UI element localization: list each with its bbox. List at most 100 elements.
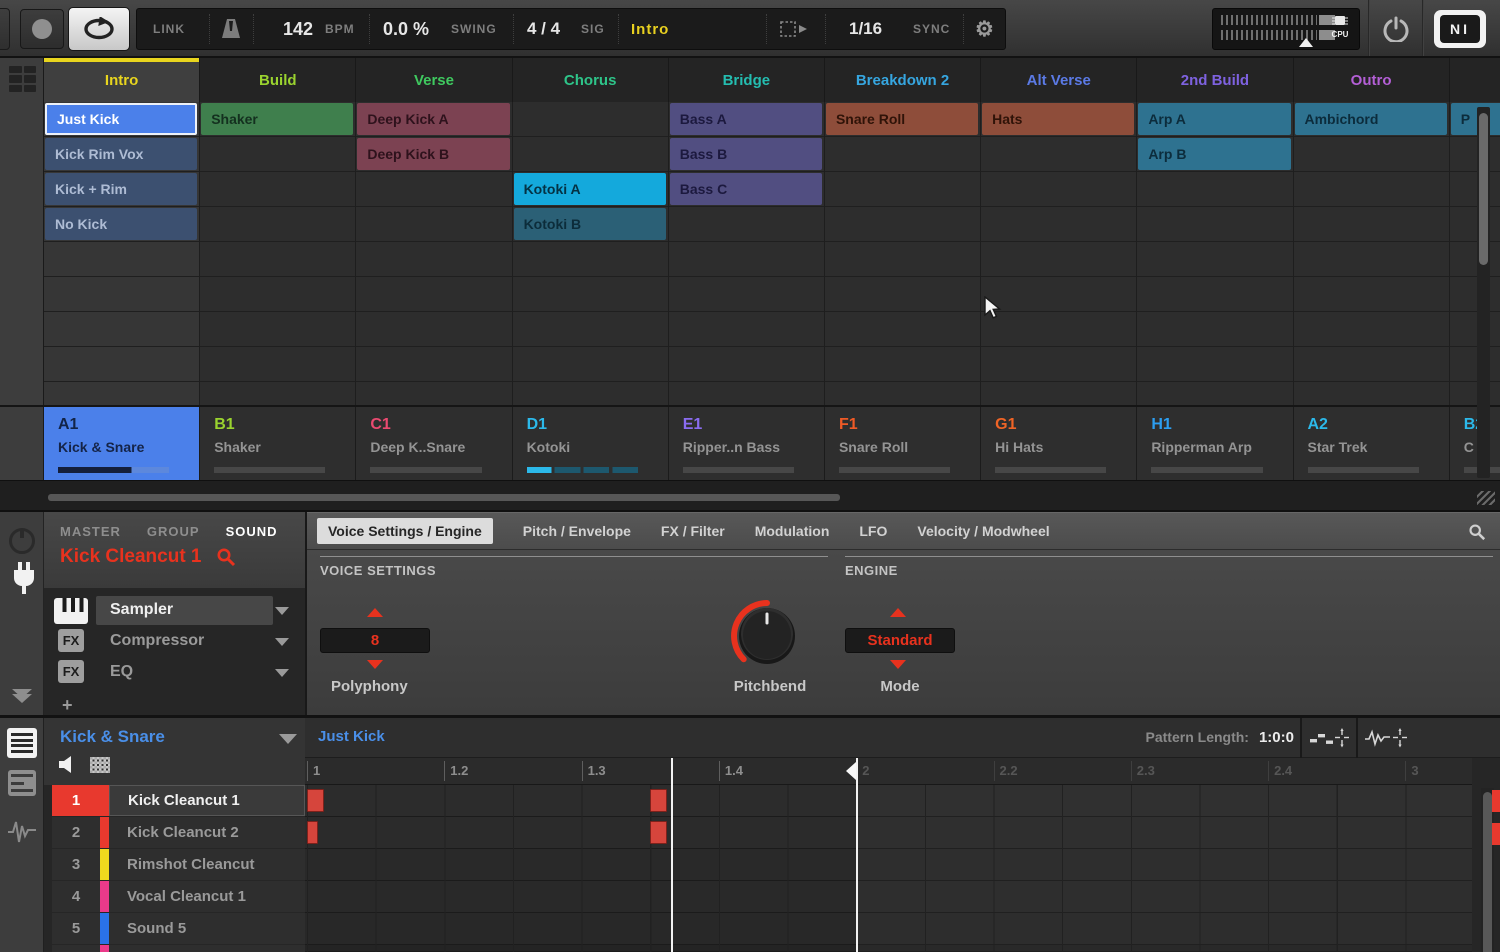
pattern-scrollbar-thumb[interactable]: [1479, 113, 1488, 265]
pattern-cell[interactable]: [1450, 312, 1500, 347]
pattern-cell[interactable]: [1137, 347, 1292, 382]
collapse-chevrons-icon[interactable]: [12, 694, 32, 703]
pattern-cell[interactable]: [1294, 277, 1449, 312]
link-button[interactable]: LINK: [153, 9, 185, 49]
note-event[interactable]: [307, 789, 324, 812]
pattern-cell[interactable]: [981, 207, 1136, 242]
pattern-cell[interactable]: [1294, 242, 1449, 277]
sound-name[interactable]: Vocal Cleancut 1: [109, 881, 305, 912]
sound-name[interactable]: Sound 5: [109, 913, 305, 944]
scene-tab-build[interactable]: Build: [200, 58, 356, 102]
mode-value[interactable]: Standard: [845, 628, 955, 653]
pattern-clip-ambichord[interactable]: Ambichord: [1295, 103, 1447, 135]
pattern-cell[interactable]: [825, 207, 980, 242]
pitchbend-knob[interactable]: [729, 596, 805, 674]
pattern-clip-arp-a[interactable]: Arp A: [1138, 103, 1290, 135]
editor-scrollbar[interactable]: [1481, 788, 1494, 952]
pattern-cell[interactable]: [1294, 312, 1449, 347]
sound-name[interactable]: Rimshot Cleancut: [109, 849, 305, 880]
polyphony-decrement-icon[interactable]: [367, 660, 383, 669]
current-section[interactable]: Intro: [631, 9, 669, 49]
search-icon[interactable]: [216, 547, 236, 567]
pattern-cell[interactable]: [825, 137, 980, 172]
pattern-clip-kick-rim[interactable]: Kick + Rim: [45, 173, 197, 205]
pattern-clip-deep-kick-b[interactable]: Deep Kick B: [357, 138, 509, 170]
pad-grid-icon[interactable]: [90, 757, 110, 773]
pattern-cell[interactable]: [1450, 137, 1500, 172]
channel-tab-group[interactable]: GROUP: [147, 524, 200, 539]
group-h1[interactable]: H1Ripperman Arp: [1137, 407, 1293, 480]
pattern-cell[interactable]: [981, 172, 1136, 207]
group-c1[interactable]: C1Deep K..Snare: [356, 407, 512, 480]
pattern-cell[interactable]: [1450, 347, 1500, 382]
pattern-scrollbar[interactable]: [1477, 107, 1490, 478]
arranger-view-icon[interactable]: [9, 66, 36, 92]
channel-tab-master[interactable]: MASTER: [60, 524, 121, 539]
swing-value[interactable]: 0.0 %: [383, 9, 429, 49]
sound-name[interactable]: Kick Cleancut 2: [109, 817, 305, 848]
pattern-cell[interactable]: [669, 242, 824, 277]
sound-name[interactable]: Kick Cleancut 1: [60, 546, 202, 568]
scene-tab-breakdown-2[interactable]: Breakdown 2: [825, 58, 981, 102]
pattern-cell[interactable]: [981, 347, 1136, 382]
pattern-cell[interactable]: [825, 312, 980, 347]
pattern-cell[interactable]: [44, 277, 199, 312]
pattern-cell[interactable]: [1137, 242, 1292, 277]
plugin-row-compressor[interactable]: FXCompressor: [44, 627, 305, 658]
chevron-down-icon[interactable]: [275, 607, 289, 615]
resize-grip-icon[interactable]: [1477, 491, 1495, 505]
channel-tab-sound[interactable]: SOUND: [226, 524, 278, 539]
pattern-cell[interactable]: [356, 347, 511, 382]
speaker-icon[interactable]: [58, 756, 76, 773]
pattern-cell[interactable]: [200, 137, 355, 172]
scene-tab-verse[interactable]: Verse: [356, 58, 512, 102]
plugin-tab-fx-filter[interactable]: FX / Filter: [661, 523, 725, 539]
pattern-cell[interactable]: [356, 277, 511, 312]
pattern-cell[interactable]: [1294, 382, 1449, 405]
chevron-down-icon[interactable]: [279, 734, 297, 744]
pattern-cell[interactable]: [356, 382, 511, 405]
pattern-cell[interactable]: [44, 312, 199, 347]
pattern-clip-kick-rim-vox[interactable]: Kick Rim Vox: [45, 138, 197, 170]
pattern-cell[interactable]: [1137, 277, 1292, 312]
pattern-cell[interactable]: [1450, 382, 1500, 405]
mode-decrement-icon[interactable]: [890, 660, 906, 669]
pattern-cell[interactable]: [981, 382, 1136, 405]
editor-scrollbar-thumb[interactable]: [1483, 792, 1492, 952]
horizontal-scrollbar-thumb[interactable]: [48, 494, 840, 501]
polyphony-increment-icon[interactable]: [367, 608, 383, 617]
pattern-cell[interactable]: [513, 312, 668, 347]
sound-row-rimshot-cleancut[interactable]: 3Rimshot Cleancut: [52, 849, 305, 880]
pattern-cell[interactable]: [200, 172, 355, 207]
group-a2[interactable]: A2Star Trek: [1294, 407, 1450, 480]
pattern-cell[interactable]: [825, 172, 980, 207]
polyphony-value[interactable]: 8: [320, 628, 430, 653]
pattern-cell[interactable]: [981, 137, 1136, 172]
note-event[interactable]: [650, 821, 667, 844]
pattern-name[interactable]: Just Kick: [318, 728, 385, 745]
pattern-cell[interactable]: [669, 312, 824, 347]
list-view-icon[interactable]: [7, 728, 37, 758]
pattern-cell[interactable]: [1137, 207, 1292, 242]
sound-row-kick-cleancut-2[interactable]: 2Kick Cleancut 2: [52, 817, 305, 848]
pattern-cell[interactable]: [200, 382, 355, 405]
scene-tab-outro[interactable]: Outro: [1294, 58, 1450, 102]
audio-drag-button[interactable]: [1356, 718, 1414, 758]
pattern-cell[interactable]: [1450, 207, 1500, 242]
signature-value[interactable]: 4 / 4: [527, 9, 560, 49]
pattern-cell[interactable]: [1294, 172, 1449, 207]
pattern-cell[interactable]: [513, 277, 668, 312]
pattern-cell[interactable]: [669, 207, 824, 242]
note-event[interactable]: [650, 789, 667, 812]
pattern-cell[interactable]: [513, 137, 668, 172]
note-grid[interactable]: [305, 785, 1472, 952]
scene-tab-bridge[interactable]: Bridge: [669, 58, 825, 102]
plugin-tab-modulation[interactable]: Modulation: [755, 523, 830, 539]
bpm-value[interactable]: 142: [263, 9, 313, 49]
pattern-clip-deep-kick-a[interactable]: Deep Kick A: [357, 103, 509, 135]
pattern-cell[interactable]: [44, 347, 199, 382]
sync-value[interactable]: 1/16: [849, 9, 882, 49]
pattern-length[interactable]: Pattern Length:1:0:0: [1146, 729, 1294, 746]
group-b2[interactable]: B2C: [1450, 407, 1500, 480]
pattern-clip-snare-roll[interactable]: Snare Roll: [826, 103, 978, 135]
